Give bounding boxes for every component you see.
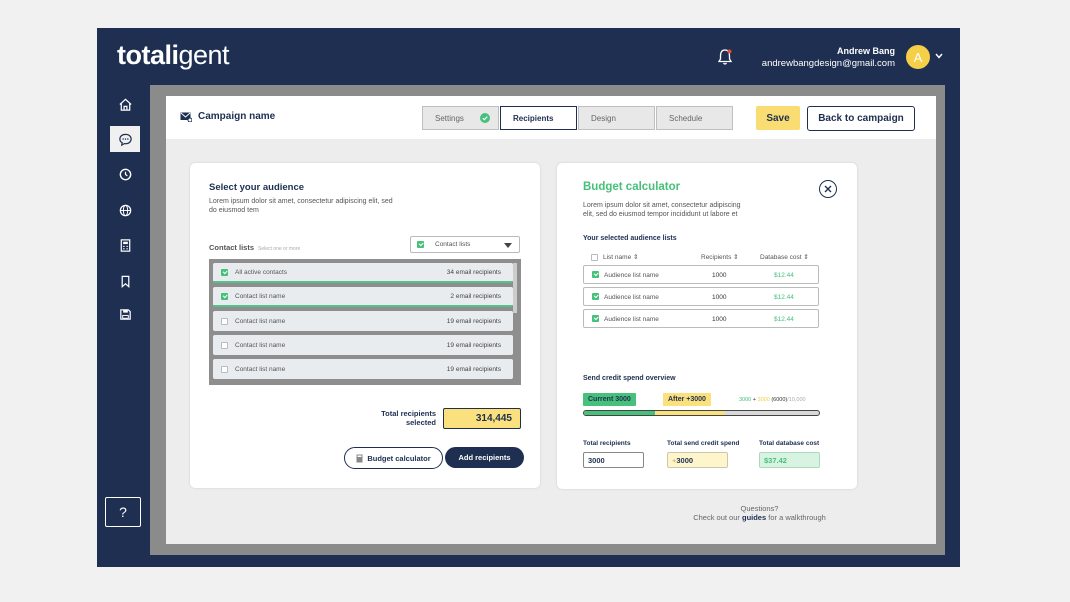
app-window: totaligent Andrew Bang andrewbangdesign@… [97, 28, 960, 567]
calculator-icon [120, 238, 130, 252]
sidenav-calculator[interactable] [110, 232, 140, 258]
home-icon [118, 98, 132, 111]
budget-title: Budget calculator [583, 181, 681, 193]
chevron-down-icon[interactable] [935, 53, 943, 59]
sidenav-history[interactable] [110, 161, 140, 187]
budget-desc: Lorem ipsum dolor sit amet, consectetur … [583, 202, 741, 218]
audience-desc: Lorem ipsum dolor sit amet, consectetur … [209, 198, 393, 214]
close-icon [824, 185, 832, 193]
campaign-title: Campaign name [180, 111, 275, 122]
checkbox[interactable] [221, 317, 228, 325]
logo: totaligent [117, 40, 230, 70]
list-item[interactable]: All active contacts 34 email recipients [213, 263, 513, 283]
user-name: Andrew Bang [836, 46, 895, 56]
column-header-cost[interactable]: Database cost ⇕ [760, 253, 809, 262]
close-button[interactable] [819, 180, 837, 198]
help-button[interactable]: ? [105, 497, 141, 527]
help-text: Questions? Check out our guides for a wa… [693, 504, 826, 522]
total-recipients-label: Total recipients selected [381, 409, 436, 427]
floppy-icon [119, 308, 131, 320]
chat-icon [118, 133, 132, 146]
after-credits-badge: After +3000 [663, 393, 711, 406]
selected-lists-title: Your selected audience lists [583, 235, 677, 242]
check-icon [480, 113, 490, 123]
guides-link[interactable]: guides [742, 513, 766, 522]
checkbox[interactable] [592, 293, 599, 300]
list-item[interactable]: Contact list name 19 email recipients [213, 335, 513, 355]
after-fill [654, 411, 725, 415]
sidenav-bookmarks[interactable] [110, 268, 140, 294]
total-send-field: +3000 [667, 452, 728, 468]
envelope-icon [180, 112, 192, 122]
list-item[interactable]: Contact list name 2 email recipients [213, 287, 513, 307]
contact-list-box: All active contacts 34 email recipients C… [209, 259, 521, 385]
checkbox-icon [417, 241, 424, 248]
credit-calc: 3000 + 3000 (6000)/10,000 [739, 397, 806, 403]
list-item[interactable]: Contact list name 19 email recipients [213, 311, 513, 331]
calculator-icon [356, 454, 363, 462]
contact-lists-hint: Select one or more [258, 246, 301, 252]
checkbox[interactable] [592, 271, 599, 278]
sidenav-global[interactable] [110, 197, 140, 223]
globe-icon [119, 204, 131, 216]
main-panel: Campaign name Settings Recipients Design… [166, 96, 936, 544]
tab-schedule[interactable]: Schedule [656, 106, 733, 130]
sidenav-home[interactable] [110, 91, 140, 117]
total-db-field-label: Total database cost [759, 440, 820, 447]
bookmark-icon [121, 275, 129, 288]
total-recipients-value: 314,445 [443, 408, 521, 429]
checkbox[interactable] [592, 315, 599, 322]
back-to-campaign-button[interactable]: Back to campaign [807, 106, 915, 131]
current-credits-badge: Current 3000 [583, 393, 636, 406]
audience-card: Select your audience Lorem ipsum dolor s… [190, 163, 540, 488]
checkbox[interactable] [221, 268, 228, 276]
contact-lists-label: Contact lists Select one or more [209, 243, 301, 252]
caret-down-icon [504, 243, 512, 248]
total-send-field-label: Total send credit spend [667, 440, 740, 447]
bell-icon[interactable] [717, 48, 733, 66]
clock-icon [119, 168, 131, 180]
step-tabs: Settings Recipients Design Schedule [422, 106, 733, 130]
add-recipients-button[interactable]: Add recipients [445, 447, 524, 468]
campaign-topbar: Campaign name Settings Recipients Design… [166, 96, 936, 139]
current-fill [584, 411, 655, 415]
tab-design[interactable]: Design [578, 106, 655, 130]
budget-calculator-button[interactable]: Budget calculator [344, 447, 443, 469]
checkbox[interactable] [221, 292, 228, 300]
save-button[interactable]: Save [756, 106, 800, 130]
contact-lists-dropdown[interactable]: Contact lists [410, 236, 520, 253]
avatar[interactable]: A [906, 45, 930, 69]
sidenav-messages[interactable] [110, 126, 140, 152]
total-recipients-field-label: Total recipients [583, 440, 631, 447]
content-frame: Campaign name Settings Recipients Design… [150, 85, 945, 555]
audience-title: Select your audience [209, 182, 305, 193]
total-db-field: $37.42 [759, 452, 820, 468]
column-header-recipients[interactable]: Recipients ⇕ [701, 253, 739, 262]
total-recipients-field: 3000 [583, 452, 644, 468]
table-row[interactable]: Audience list name 1000 $12.44 [583, 265, 819, 284]
campaign-name[interactable]: Campaign name [198, 111, 275, 122]
overview-title: Send credit spend overview [583, 375, 676, 382]
table-row[interactable]: Audience list name 1000 $12.44 [583, 287, 819, 306]
budget-card: Budget calculator Lorem ipsum dolor sit … [557, 163, 857, 489]
column-header-list[interactable]: List name ⇕ [591, 253, 638, 261]
credit-progress-bar [583, 410, 820, 416]
table-row[interactable]: Audience list name 1000 $12.44 [583, 309, 819, 328]
select-all-checkbox[interactable] [591, 253, 598, 261]
list-item[interactable]: Contact list name 19 email recipients [213, 359, 513, 379]
tab-settings[interactable]: Settings [422, 106, 499, 130]
scrollbar[interactable] [513, 263, 517, 313]
user-email: andrewbangdesign@gmail.com [761, 58, 895, 69]
sidenav-save[interactable] [110, 301, 140, 327]
tab-recipients[interactable]: Recipients [500, 106, 577, 130]
checkbox[interactable] [221, 341, 228, 349]
checkbox[interactable] [221, 365, 228, 373]
